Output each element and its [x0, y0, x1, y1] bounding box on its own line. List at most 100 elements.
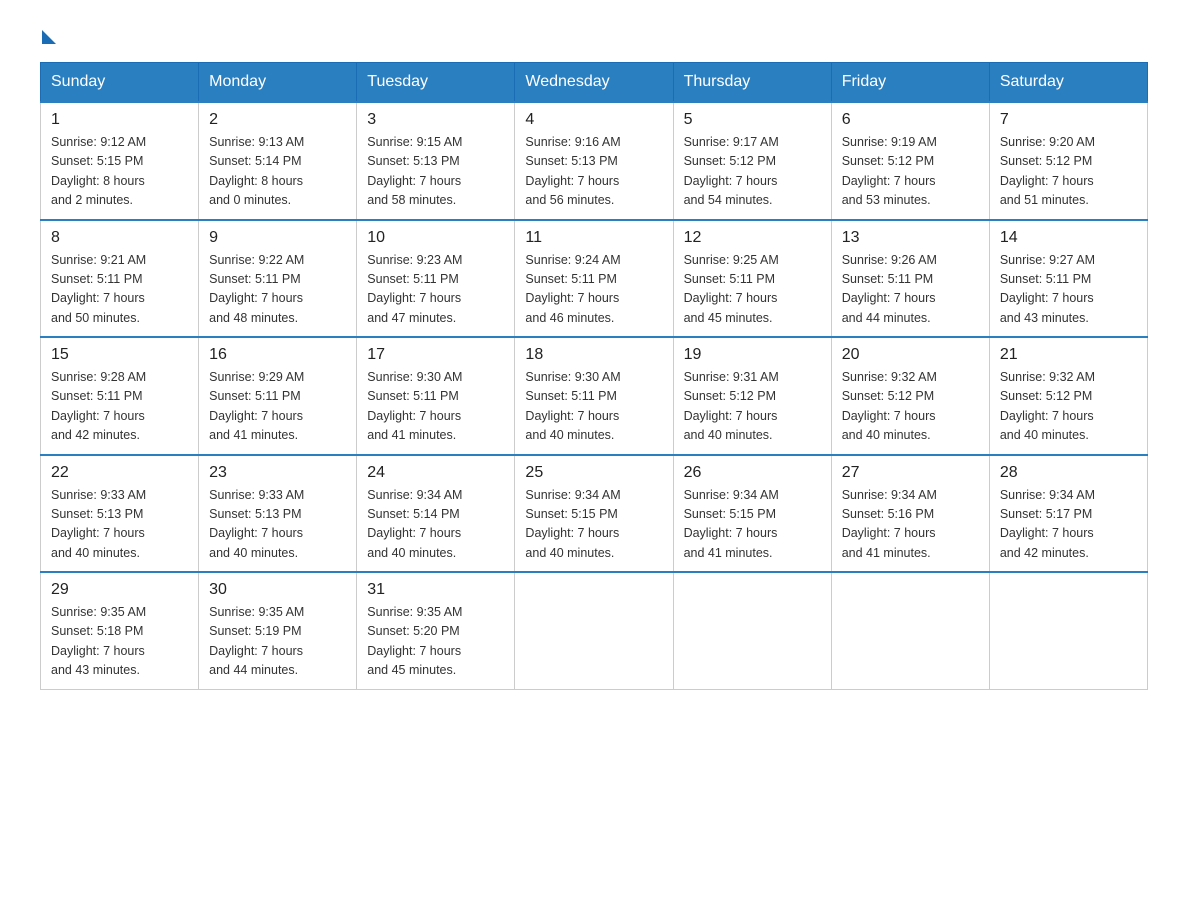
day-of-week-header: Saturday	[989, 63, 1147, 103]
day-number: 4	[525, 111, 662, 129]
day-number: 7	[1000, 111, 1137, 129]
day-info: Sunrise: 9:23 AMSunset: 5:11 PMDaylight:…	[367, 253, 462, 325]
day-number: 9	[209, 229, 346, 247]
day-number: 5	[684, 111, 821, 129]
day-info: Sunrise: 9:22 AMSunset: 5:11 PMDaylight:…	[209, 253, 304, 325]
day-info: Sunrise: 9:15 AMSunset: 5:13 PMDaylight:…	[367, 135, 462, 207]
day-number: 15	[51, 346, 188, 364]
calendar-day-cell: 6 Sunrise: 9:19 AMSunset: 5:12 PMDayligh…	[831, 102, 989, 220]
calendar-day-cell	[831, 572, 989, 689]
day-number: 29	[51, 581, 188, 599]
calendar-day-cell: 25 Sunrise: 9:34 AMSunset: 5:15 PMDaylig…	[515, 455, 673, 573]
day-number: 24	[367, 464, 504, 482]
calendar-day-cell: 4 Sunrise: 9:16 AMSunset: 5:13 PMDayligh…	[515, 102, 673, 220]
day-number: 10	[367, 229, 504, 247]
calendar-day-cell: 11 Sunrise: 9:24 AMSunset: 5:11 PMDaylig…	[515, 220, 673, 338]
calendar-day-cell: 3 Sunrise: 9:15 AMSunset: 5:13 PMDayligh…	[357, 102, 515, 220]
day-info: Sunrise: 9:33 AMSunset: 5:13 PMDaylight:…	[51, 488, 146, 560]
day-number: 25	[525, 464, 662, 482]
day-number: 2	[209, 111, 346, 129]
calendar-day-cell: 9 Sunrise: 9:22 AMSunset: 5:11 PMDayligh…	[199, 220, 357, 338]
day-number: 16	[209, 346, 346, 364]
day-number: 17	[367, 346, 504, 364]
day-info: Sunrise: 9:34 AMSunset: 5:15 PMDaylight:…	[684, 488, 779, 560]
calendar-day-cell: 12 Sunrise: 9:25 AMSunset: 5:11 PMDaylig…	[673, 220, 831, 338]
day-number: 8	[51, 229, 188, 247]
calendar-day-cell: 30 Sunrise: 9:35 AMSunset: 5:19 PMDaylig…	[199, 572, 357, 689]
day-info: Sunrise: 9:21 AMSunset: 5:11 PMDaylight:…	[51, 253, 146, 325]
calendar-day-cell: 13 Sunrise: 9:26 AMSunset: 5:11 PMDaylig…	[831, 220, 989, 338]
calendar-day-cell: 21 Sunrise: 9:32 AMSunset: 5:12 PMDaylig…	[989, 337, 1147, 455]
day-info: Sunrise: 9:34 AMSunset: 5:16 PMDaylight:…	[842, 488, 937, 560]
calendar-day-cell: 20 Sunrise: 9:32 AMSunset: 5:12 PMDaylig…	[831, 337, 989, 455]
day-info: Sunrise: 9:32 AMSunset: 5:12 PMDaylight:…	[842, 370, 937, 442]
day-of-week-header: Monday	[199, 63, 357, 103]
calendar-header-row: SundayMondayTuesdayWednesdayThursdayFrid…	[41, 63, 1148, 103]
day-number: 27	[842, 464, 979, 482]
day-number: 26	[684, 464, 821, 482]
day-number: 28	[1000, 464, 1137, 482]
day-number: 13	[842, 229, 979, 247]
calendar-day-cell: 15 Sunrise: 9:28 AMSunset: 5:11 PMDaylig…	[41, 337, 199, 455]
day-info: Sunrise: 9:30 AMSunset: 5:11 PMDaylight:…	[367, 370, 462, 442]
day-number: 30	[209, 581, 346, 599]
day-number: 22	[51, 464, 188, 482]
calendar-day-cell: 22 Sunrise: 9:33 AMSunset: 5:13 PMDaylig…	[41, 455, 199, 573]
calendar-day-cell: 31 Sunrise: 9:35 AMSunset: 5:20 PMDaylig…	[357, 572, 515, 689]
day-of-week-header: Sunday	[41, 63, 199, 103]
calendar-day-cell: 23 Sunrise: 9:33 AMSunset: 5:13 PMDaylig…	[199, 455, 357, 573]
calendar-day-cell: 29 Sunrise: 9:35 AMSunset: 5:18 PMDaylig…	[41, 572, 199, 689]
day-of-week-header: Tuesday	[357, 63, 515, 103]
calendar-day-cell: 16 Sunrise: 9:29 AMSunset: 5:11 PMDaylig…	[199, 337, 357, 455]
calendar-day-cell	[673, 572, 831, 689]
day-info: Sunrise: 9:32 AMSunset: 5:12 PMDaylight:…	[1000, 370, 1095, 442]
day-info: Sunrise: 9:34 AMSunset: 5:14 PMDaylight:…	[367, 488, 462, 560]
day-number: 23	[209, 464, 346, 482]
calendar-day-cell: 1 Sunrise: 9:12 AMSunset: 5:15 PMDayligh…	[41, 102, 199, 220]
day-number: 19	[684, 346, 821, 364]
day-number: 14	[1000, 229, 1137, 247]
day-number: 12	[684, 229, 821, 247]
logo	[40, 30, 56, 42]
calendar-day-cell: 18 Sunrise: 9:30 AMSunset: 5:11 PMDaylig…	[515, 337, 673, 455]
calendar-table: SundayMondayTuesdayWednesdayThursdayFrid…	[40, 62, 1148, 690]
day-info: Sunrise: 9:33 AMSunset: 5:13 PMDaylight:…	[209, 488, 304, 560]
day-info: Sunrise: 9:20 AMSunset: 5:12 PMDaylight:…	[1000, 135, 1095, 207]
day-info: Sunrise: 9:35 AMSunset: 5:19 PMDaylight:…	[209, 605, 304, 677]
day-info: Sunrise: 9:34 AMSunset: 5:15 PMDaylight:…	[525, 488, 620, 560]
calendar-day-cell	[515, 572, 673, 689]
page-header	[40, 30, 1148, 42]
day-info: Sunrise: 9:29 AMSunset: 5:11 PMDaylight:…	[209, 370, 304, 442]
calendar-day-cell: 28 Sunrise: 9:34 AMSunset: 5:17 PMDaylig…	[989, 455, 1147, 573]
day-info: Sunrise: 9:27 AMSunset: 5:11 PMDaylight:…	[1000, 253, 1095, 325]
day-number: 31	[367, 581, 504, 599]
day-info: Sunrise: 9:28 AMSunset: 5:11 PMDaylight:…	[51, 370, 146, 442]
calendar-day-cell: 10 Sunrise: 9:23 AMSunset: 5:11 PMDaylig…	[357, 220, 515, 338]
calendar-day-cell: 19 Sunrise: 9:31 AMSunset: 5:12 PMDaylig…	[673, 337, 831, 455]
day-info: Sunrise: 9:12 AMSunset: 5:15 PMDaylight:…	[51, 135, 146, 207]
day-info: Sunrise: 9:13 AMSunset: 5:14 PMDaylight:…	[209, 135, 304, 207]
calendar-day-cell: 24 Sunrise: 9:34 AMSunset: 5:14 PMDaylig…	[357, 455, 515, 573]
calendar-day-cell: 17 Sunrise: 9:30 AMSunset: 5:11 PMDaylig…	[357, 337, 515, 455]
day-info: Sunrise: 9:24 AMSunset: 5:11 PMDaylight:…	[525, 253, 620, 325]
calendar-day-cell: 26 Sunrise: 9:34 AMSunset: 5:15 PMDaylig…	[673, 455, 831, 573]
calendar-day-cell: 8 Sunrise: 9:21 AMSunset: 5:11 PMDayligh…	[41, 220, 199, 338]
calendar-day-cell: 2 Sunrise: 9:13 AMSunset: 5:14 PMDayligh…	[199, 102, 357, 220]
day-of-week-header: Thursday	[673, 63, 831, 103]
day-info: Sunrise: 9:19 AMSunset: 5:12 PMDaylight:…	[842, 135, 937, 207]
calendar-day-cell: 14 Sunrise: 9:27 AMSunset: 5:11 PMDaylig…	[989, 220, 1147, 338]
day-info: Sunrise: 9:31 AMSunset: 5:12 PMDaylight:…	[684, 370, 779, 442]
calendar-week-row: 22 Sunrise: 9:33 AMSunset: 5:13 PMDaylig…	[41, 455, 1148, 573]
day-info: Sunrise: 9:26 AMSunset: 5:11 PMDaylight:…	[842, 253, 937, 325]
calendar-day-cell: 7 Sunrise: 9:20 AMSunset: 5:12 PMDayligh…	[989, 102, 1147, 220]
day-of-week-header: Wednesday	[515, 63, 673, 103]
day-number: 1	[51, 111, 188, 129]
calendar-week-row: 1 Sunrise: 9:12 AMSunset: 5:15 PMDayligh…	[41, 102, 1148, 220]
day-number: 3	[367, 111, 504, 129]
day-info: Sunrise: 9:34 AMSunset: 5:17 PMDaylight:…	[1000, 488, 1095, 560]
day-info: Sunrise: 9:17 AMSunset: 5:12 PMDaylight:…	[684, 135, 779, 207]
calendar-day-cell	[989, 572, 1147, 689]
day-number: 18	[525, 346, 662, 364]
day-info: Sunrise: 9:16 AMSunset: 5:13 PMDaylight:…	[525, 135, 620, 207]
day-of-week-header: Friday	[831, 63, 989, 103]
